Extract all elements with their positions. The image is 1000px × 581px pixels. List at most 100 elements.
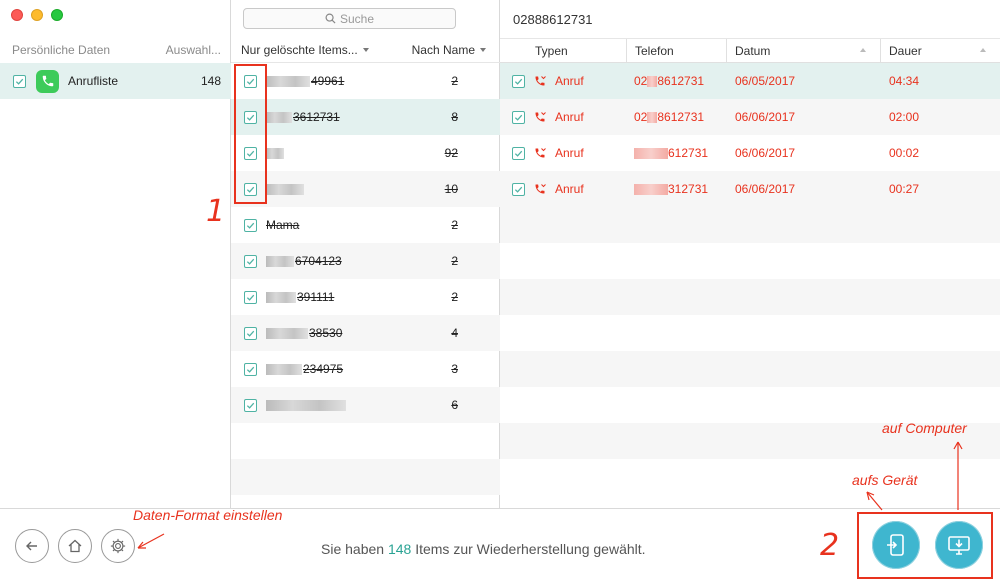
category-checkbox[interactable] xyxy=(13,74,26,88)
item-checkbox[interactable] xyxy=(244,362,257,376)
redacted-mask xyxy=(647,111,658,123)
gear-icon xyxy=(110,538,126,554)
item-checkbox[interactable] xyxy=(244,218,257,232)
home-button[interactable] xyxy=(58,529,92,563)
call-type: Anruf xyxy=(555,110,584,124)
annotation-label-2: 2 xyxy=(820,528,840,563)
empty-row xyxy=(500,279,1000,315)
detail-table-header: Typen Telefon Datum Dauer xyxy=(500,38,1000,63)
item-label-text: 234975 xyxy=(303,362,344,376)
list-item[interactable]: 38530 4 xyxy=(231,315,500,351)
close-window-button[interactable] xyxy=(11,9,23,21)
window-controls xyxy=(11,9,63,21)
list-item[interactable]: 6 xyxy=(231,387,500,423)
redacted-mask xyxy=(266,292,296,304)
redacted-mask xyxy=(266,76,310,88)
table-row[interactable]: Anruf 612731 06/06/2017 00:02 xyxy=(500,135,1000,171)
phone-suffix: 612731 xyxy=(668,146,709,160)
empty-row xyxy=(500,351,1000,387)
type-cell: Anruf xyxy=(500,171,627,207)
table-row[interactable]: Anruf 312731 06/06/2017 00:27 xyxy=(500,171,1000,207)
checkmark-icon xyxy=(246,258,255,265)
sort-label: Nach Name xyxy=(411,42,475,57)
col-date[interactable]: Datum xyxy=(727,39,881,62)
item-count: 6 xyxy=(451,398,458,412)
contact-list-panel: Suche Nur gelöschte Items... Nach Name 4… xyxy=(231,0,500,508)
settings-button[interactable] xyxy=(101,529,135,563)
filter-label: Nur gelöschte Items... xyxy=(241,42,358,57)
item-checkbox[interactable] xyxy=(244,254,257,268)
category-label: Anrufliste xyxy=(68,74,119,88)
item-checkbox[interactable] xyxy=(244,326,257,340)
list-item[interactable]: 3612731 8 xyxy=(231,99,500,135)
item-label: 6704123 xyxy=(266,254,451,268)
checkmark-icon xyxy=(514,186,523,193)
table-row[interactable]: Anruf 02 8612731 06/05/2017 04:34 xyxy=(500,63,1000,99)
checkmark-icon xyxy=(246,222,255,229)
category-item-call-log[interactable]: Anrufliste 148 xyxy=(0,63,231,99)
selection-header[interactable]: Auswahl... xyxy=(166,43,221,57)
date-cell: 06/05/2017 xyxy=(735,74,796,88)
sort-dropdown[interactable]: Nach Name xyxy=(412,43,486,57)
list-item[interactable]: Mama 2 xyxy=(231,207,500,243)
row-checkbox[interactable] xyxy=(512,110,525,124)
col-phone[interactable]: Telefon xyxy=(627,39,727,62)
maximize-window-button[interactable] xyxy=(51,9,63,21)
row-checkbox[interactable] xyxy=(512,74,525,88)
item-count: 3 xyxy=(451,362,458,376)
checkmark-icon xyxy=(514,150,523,157)
empty-row xyxy=(500,207,1000,243)
back-button[interactable] xyxy=(15,529,49,563)
list-item[interactable]: 10 xyxy=(231,171,500,207)
call-type: Anruf xyxy=(555,74,584,88)
date-cell: 06/06/2017 xyxy=(735,110,796,124)
list-item[interactable]: 6704123 2 xyxy=(231,243,500,279)
call-type: Anruf xyxy=(555,182,584,196)
empty-row xyxy=(500,459,1000,495)
redacted-mask xyxy=(266,400,346,412)
col-duration[interactable]: Dauer xyxy=(881,39,1000,62)
minimize-window-button[interactable] xyxy=(31,9,43,21)
redacted-mask xyxy=(634,183,668,195)
row-checkbox[interactable] xyxy=(512,182,525,196)
search-input[interactable]: Suche xyxy=(243,8,456,29)
item-count: 8 xyxy=(451,110,458,124)
category-header: Persönliche Daten Auswahl... xyxy=(0,37,231,63)
col-date-label: Datum xyxy=(735,43,771,58)
phone-cell: 312731 xyxy=(627,171,727,207)
item-label: Mama xyxy=(266,218,451,232)
list-item[interactable]: 92 xyxy=(231,135,500,171)
checkmark-icon xyxy=(514,78,523,85)
annotation-to-device: aufs Gerät xyxy=(852,472,918,488)
table-row[interactable]: Anruf 02 8612731 06/06/2017 02:00 xyxy=(500,99,1000,135)
detail-title: 02888612731 xyxy=(513,12,593,27)
redacted-mask xyxy=(266,256,294,268)
phone-cell: 612731 xyxy=(627,135,727,171)
list-item[interactable]: 391111 2 xyxy=(231,279,500,315)
item-count: 10 xyxy=(444,182,458,196)
empty-row xyxy=(231,423,500,459)
selection-status: Sie haben 148 Items zur Wiederherstellun… xyxy=(321,541,646,557)
col-phone-label: Telefon xyxy=(635,43,674,58)
duration-cell: 04:34 xyxy=(889,74,920,88)
phone-suffix: 8612731 xyxy=(657,74,705,88)
missed-call-icon xyxy=(535,112,546,122)
empty-row xyxy=(500,243,1000,279)
item-label: 3612731 xyxy=(266,110,451,124)
annotation-to-computer: auf Computer xyxy=(882,420,967,436)
contact-list: 49961 2 3612731 8 92 10 Mama 2 6704123 2 391111 2 38… xyxy=(231,63,500,495)
phone-icon xyxy=(36,69,59,93)
status-count: 148 xyxy=(387,541,412,557)
redacted-mask xyxy=(266,148,284,160)
item-checkbox[interactable] xyxy=(244,398,257,412)
item-checkbox[interactable] xyxy=(244,290,257,304)
list-item[interactable]: 49961 2 xyxy=(231,63,500,99)
col-types[interactable]: Typen xyxy=(500,39,627,62)
list-item[interactable]: 234975 3 xyxy=(231,351,500,387)
item-label: 391111 xyxy=(266,290,451,304)
checkmark-icon xyxy=(514,114,523,121)
arrow-left-icon xyxy=(26,541,37,551)
deleted-filter-dropdown[interactable]: Nur gelöschte Items... xyxy=(241,43,369,57)
date-cell: 06/06/2017 xyxy=(735,182,796,196)
row-checkbox[interactable] xyxy=(512,146,525,160)
